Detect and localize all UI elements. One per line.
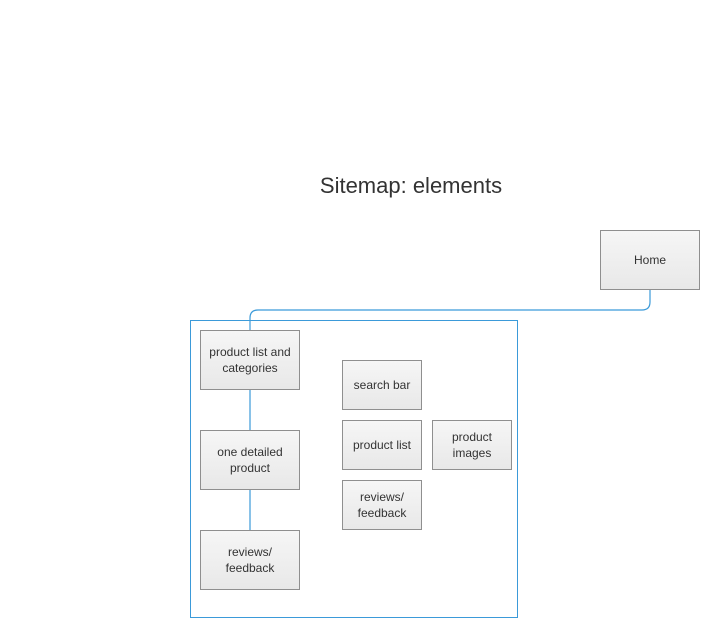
reviews-feedback-right-label: reviews/ feedback xyxy=(357,490,407,520)
home-node[interactable]: Home xyxy=(600,230,700,290)
reviews-feedback-left-label: reviews/ feedback xyxy=(225,545,275,575)
product-images-node[interactable]: product images xyxy=(432,420,512,470)
product-list-and-categories-label: product list and categories xyxy=(209,345,291,375)
home-node-label: Home xyxy=(633,253,666,267)
product-list-and-categories-node[interactable]: product list and categories xyxy=(200,330,300,390)
product-list-label: product list xyxy=(352,438,412,452)
reviews-feedback-node-right[interactable]: reviews/ feedback xyxy=(342,480,422,530)
one-detailed-product-label: one detailed product xyxy=(217,445,283,475)
reviews-feedback-node-left[interactable]: reviews/ feedback xyxy=(200,530,300,590)
search-bar-label: search bar xyxy=(353,378,411,392)
search-bar-node[interactable]: search bar xyxy=(342,360,422,410)
one-detailed-product-node[interactable]: one detailed product xyxy=(200,430,300,490)
product-images-label: product images xyxy=(451,430,493,460)
product-list-node[interactable]: product list xyxy=(342,420,422,470)
